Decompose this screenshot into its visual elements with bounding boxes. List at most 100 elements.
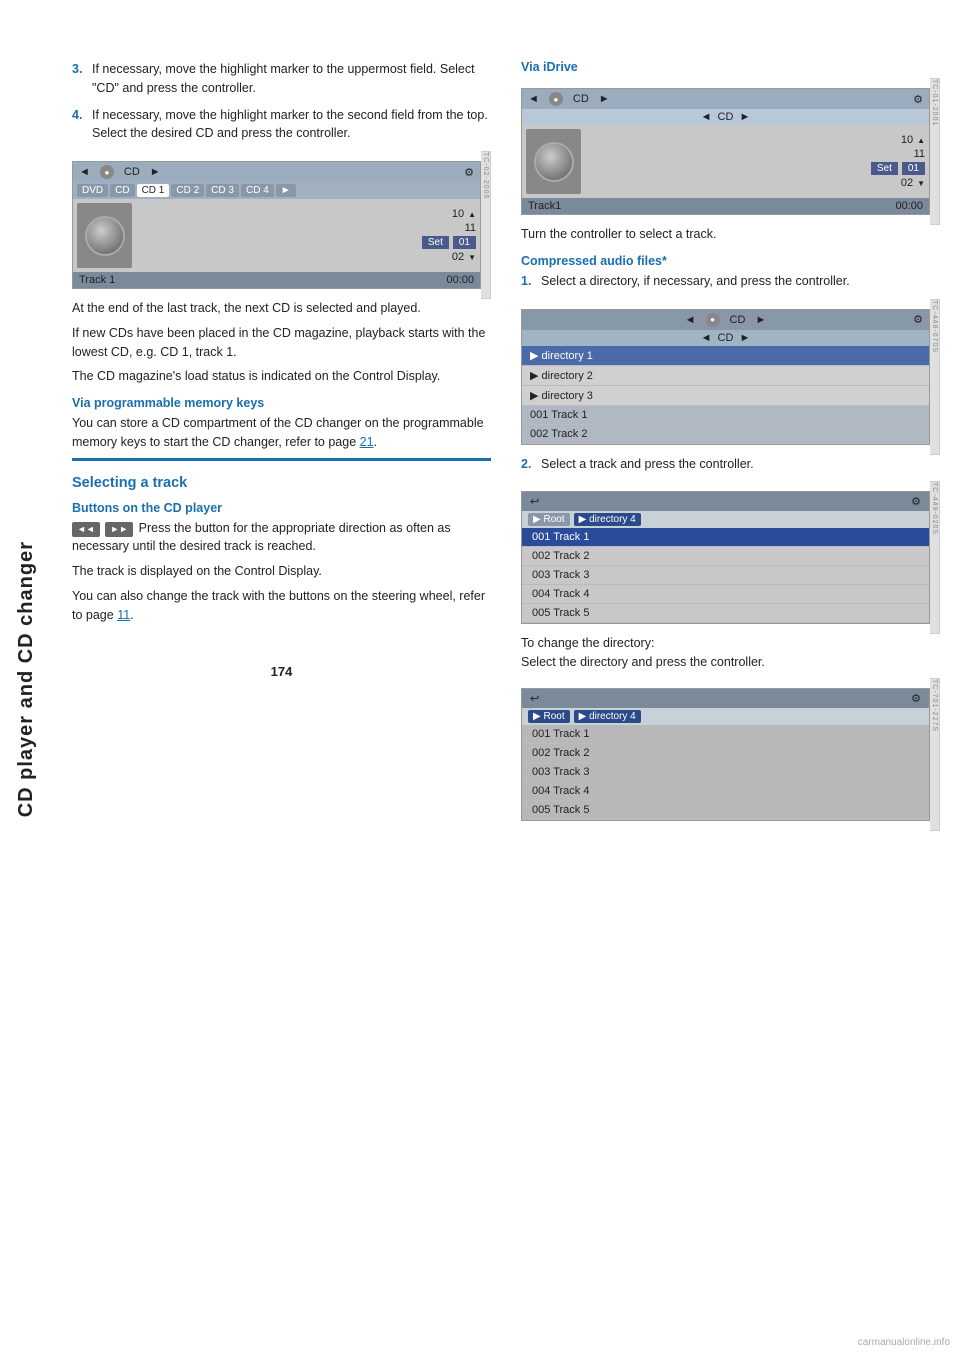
- cd-set-button: Set: [422, 236, 449, 249]
- compressed-step-1: 1. Select a directory, if necessary, and…: [521, 272, 940, 291]
- dir-sub-cd-label: CD: [718, 332, 734, 344]
- idrive-track-row-11: 11: [585, 148, 925, 160]
- dir-topbar-left-arrow: ◄: [685, 314, 696, 326]
- idrive-footer-time: 00:00: [895, 200, 923, 212]
- idrive-disc-area: [526, 129, 581, 194]
- track-screen-2-topbar: ↩ ⚙: [522, 492, 929, 511]
- track-item-004: 004 Track 4: [522, 585, 929, 604]
- idrive-left-arrow: ◄: [528, 93, 539, 105]
- via-prog-memory-page-link[interactable]: 21: [360, 435, 374, 449]
- track-screen-2-wrapper: ↩ ⚙ ▶ Root ▶ directory 4 001 Track 1 002…: [521, 481, 940, 634]
- track-screen-2-side-label: TC-449-020S: [930, 481, 940, 634]
- track-screen-2: ↩ ⚙ ▶ Root ▶ directory 4 001 Track 1 002…: [521, 491, 930, 624]
- breadcrumb-dir4: ▶ directory 4: [574, 513, 641, 526]
- idrive-footer-track: Track1: [528, 200, 561, 212]
- cd-tab-cd4: CD 4: [241, 184, 274, 197]
- idrive-disc-icon: ●: [549, 92, 563, 106]
- cd-screen-footer: Track 1 00:00: [73, 272, 480, 288]
- dir-screen-1: ◄ ● CD ► ⚙ ◄ CD ► ▶ directory 1 ▶ direct…: [521, 309, 930, 445]
- via-prog-memory-period: .: [374, 435, 377, 449]
- dir-track-1: 001 Track 1: [522, 406, 929, 425]
- track-10-label: 10: [452, 208, 464, 220]
- via-prog-memory-text-content: You can store a CD compartment of the CD…: [72, 416, 484, 449]
- paragraph-3: The CD magazine's load status is indicat…: [72, 367, 491, 386]
- cd-footer-time: 00:00: [446, 274, 474, 286]
- idrive-screen-side-label: TC-01-2001: [930, 78, 940, 225]
- idrive-cd-label: CD: [573, 93, 589, 105]
- idrive-track-02: 02: [901, 177, 913, 189]
- change-dir-text: To change the directory: Select the dire…: [521, 634, 940, 672]
- cd-tab-dvd: DVD: [77, 184, 108, 197]
- step-4-number: 4.: [72, 106, 86, 144]
- idrive-cd-body: 10 ▲ 11 Set 01 02 ▼: [522, 125, 929, 198]
- left-column: 3. If necessary, move the highlight mark…: [72, 60, 491, 831]
- idrive-track-10: 10: [901, 134, 913, 146]
- steering-wheel-period: .: [130, 608, 133, 622]
- idrive-track-02-down: ▼: [917, 179, 925, 188]
- cd-topbar-label: CD: [124, 166, 140, 178]
- track-row-10: 10 ▲: [136, 208, 476, 220]
- cd-footer-track-label: Track 1: [79, 274, 115, 286]
- dir-disc-icon: ●: [706, 313, 720, 327]
- track-10-arrow-up: ▲: [468, 210, 476, 219]
- cd-screen-1: ◄ ● CD ► ⚙ DVD CD CD 1 CD 2 CD 3 CD 4 ►: [72, 161, 481, 289]
- track-screen-3-side-label: TC-701-227S: [930, 678, 940, 831]
- breadcrumb-root: ▶ Root: [528, 513, 570, 526]
- cd-tab-cd3: CD 3: [206, 184, 239, 197]
- watermark: carmanualonline.info: [858, 1337, 950, 1348]
- idrive-footer: Track1 00:00: [522, 198, 929, 214]
- cd-disc-area: [77, 203, 132, 268]
- idrive-instruction: Turn the controller to select a track.: [521, 225, 940, 244]
- dir-topbar-cd-label: CD: [730, 314, 746, 326]
- cd-track-info: 10 ▲ 11 Set 01 02 ▼: [136, 203, 476, 268]
- track-02-arrow-down: ▼: [468, 253, 476, 262]
- track-screen-2-settings-icon: ⚙: [911, 495, 921, 508]
- idrive-track-info: 10 ▲ 11 Set 01 02 ▼: [585, 129, 925, 194]
- compressed-step-1-number: 1.: [521, 272, 535, 291]
- cd-topbar-right-arrow: ►: [150, 166, 161, 178]
- cd-disc-graphic: [85, 216, 125, 256]
- track-item-005: 005 Track 5: [522, 604, 929, 623]
- track-s3-item-004: 004 Track 4: [522, 782, 929, 801]
- idrive-track-01: 01: [902, 162, 925, 175]
- idrive-topbar: ◄ ● CD ► ⚙: [522, 89, 929, 109]
- cd-screen-1-wrapper: ◄ ● CD ► ⚙ DVD CD CD 1 CD 2 CD 3 CD 4 ►: [72, 151, 491, 299]
- paragraph-1: At the end of the last track, the next C…: [72, 299, 491, 318]
- idrive-sub-topbar: ◄ CD ►: [522, 109, 929, 125]
- track-screen-3-back-icon: ↩: [530, 692, 539, 705]
- track-screen-3-breadcrumb: ▶ Root ▶ directory 4: [522, 708, 929, 725]
- dir-screen-1-topbar: ◄ ● CD ► ⚙: [522, 310, 929, 330]
- steering-wheel-page-link[interactable]: 11: [117, 608, 130, 622]
- step-3: 3. If necessary, move the highlight mark…: [72, 60, 491, 98]
- step-3-text: If necessary, move the highlight marker …: [92, 60, 491, 98]
- track-s3-item-005: 005 Track 5: [522, 801, 929, 820]
- dir-sub-right-arrow: ►: [739, 332, 750, 344]
- step-3-number: 3.: [72, 60, 86, 98]
- step-4: 4. If necessary, move the highlight mark…: [72, 106, 491, 144]
- buttons-cd-player-text: ◄◄ ►► Press the button for the appropria…: [72, 519, 491, 557]
- cd-tab-cd1: CD 1: [137, 184, 170, 197]
- cd-tab-cd2: CD 2: [171, 184, 204, 197]
- idrive-track-11: 11: [914, 148, 925, 160]
- dir-item-3: ▶ directory 3: [522, 386, 929, 406]
- dir-track-2: 002 Track 2: [522, 425, 929, 444]
- idrive-sub-left-arrow: ◄: [701, 111, 712, 123]
- track-item-003: 003 Track 3: [522, 566, 929, 585]
- idrive-track-row-02: 02 ▼: [585, 177, 925, 189]
- dir-topbar-right-arrow: ►: [755, 314, 766, 326]
- track-row-set: Set 01: [136, 236, 476, 249]
- idrive-disc-graphic: [534, 142, 574, 182]
- cd-topbar-left-arrow: ◄: [79, 166, 90, 178]
- change-dir-instruction: Select the directory and press the contr…: [521, 655, 765, 669]
- idrive-settings-icon: ⚙: [913, 93, 923, 106]
- steering-wheel-text-content: You can also change the track with the b…: [72, 589, 485, 622]
- paragraph-2: If new CDs have been placed in the CD ma…: [72, 324, 491, 362]
- track-s3-item-003: 003 Track 3: [522, 763, 929, 782]
- track-s3-item-002: 002 Track 2: [522, 744, 929, 763]
- next-track-button-icon: ►►: [105, 522, 133, 538]
- selecting-track-top-border: [72, 458, 491, 461]
- change-dir-label: To change the directory:: [521, 636, 654, 650]
- via-idrive-heading: Via iDrive: [521, 60, 940, 74]
- page-number: 174: [72, 664, 491, 679]
- cd-screen-topbar: ◄ ● CD ► ⚙: [73, 162, 480, 182]
